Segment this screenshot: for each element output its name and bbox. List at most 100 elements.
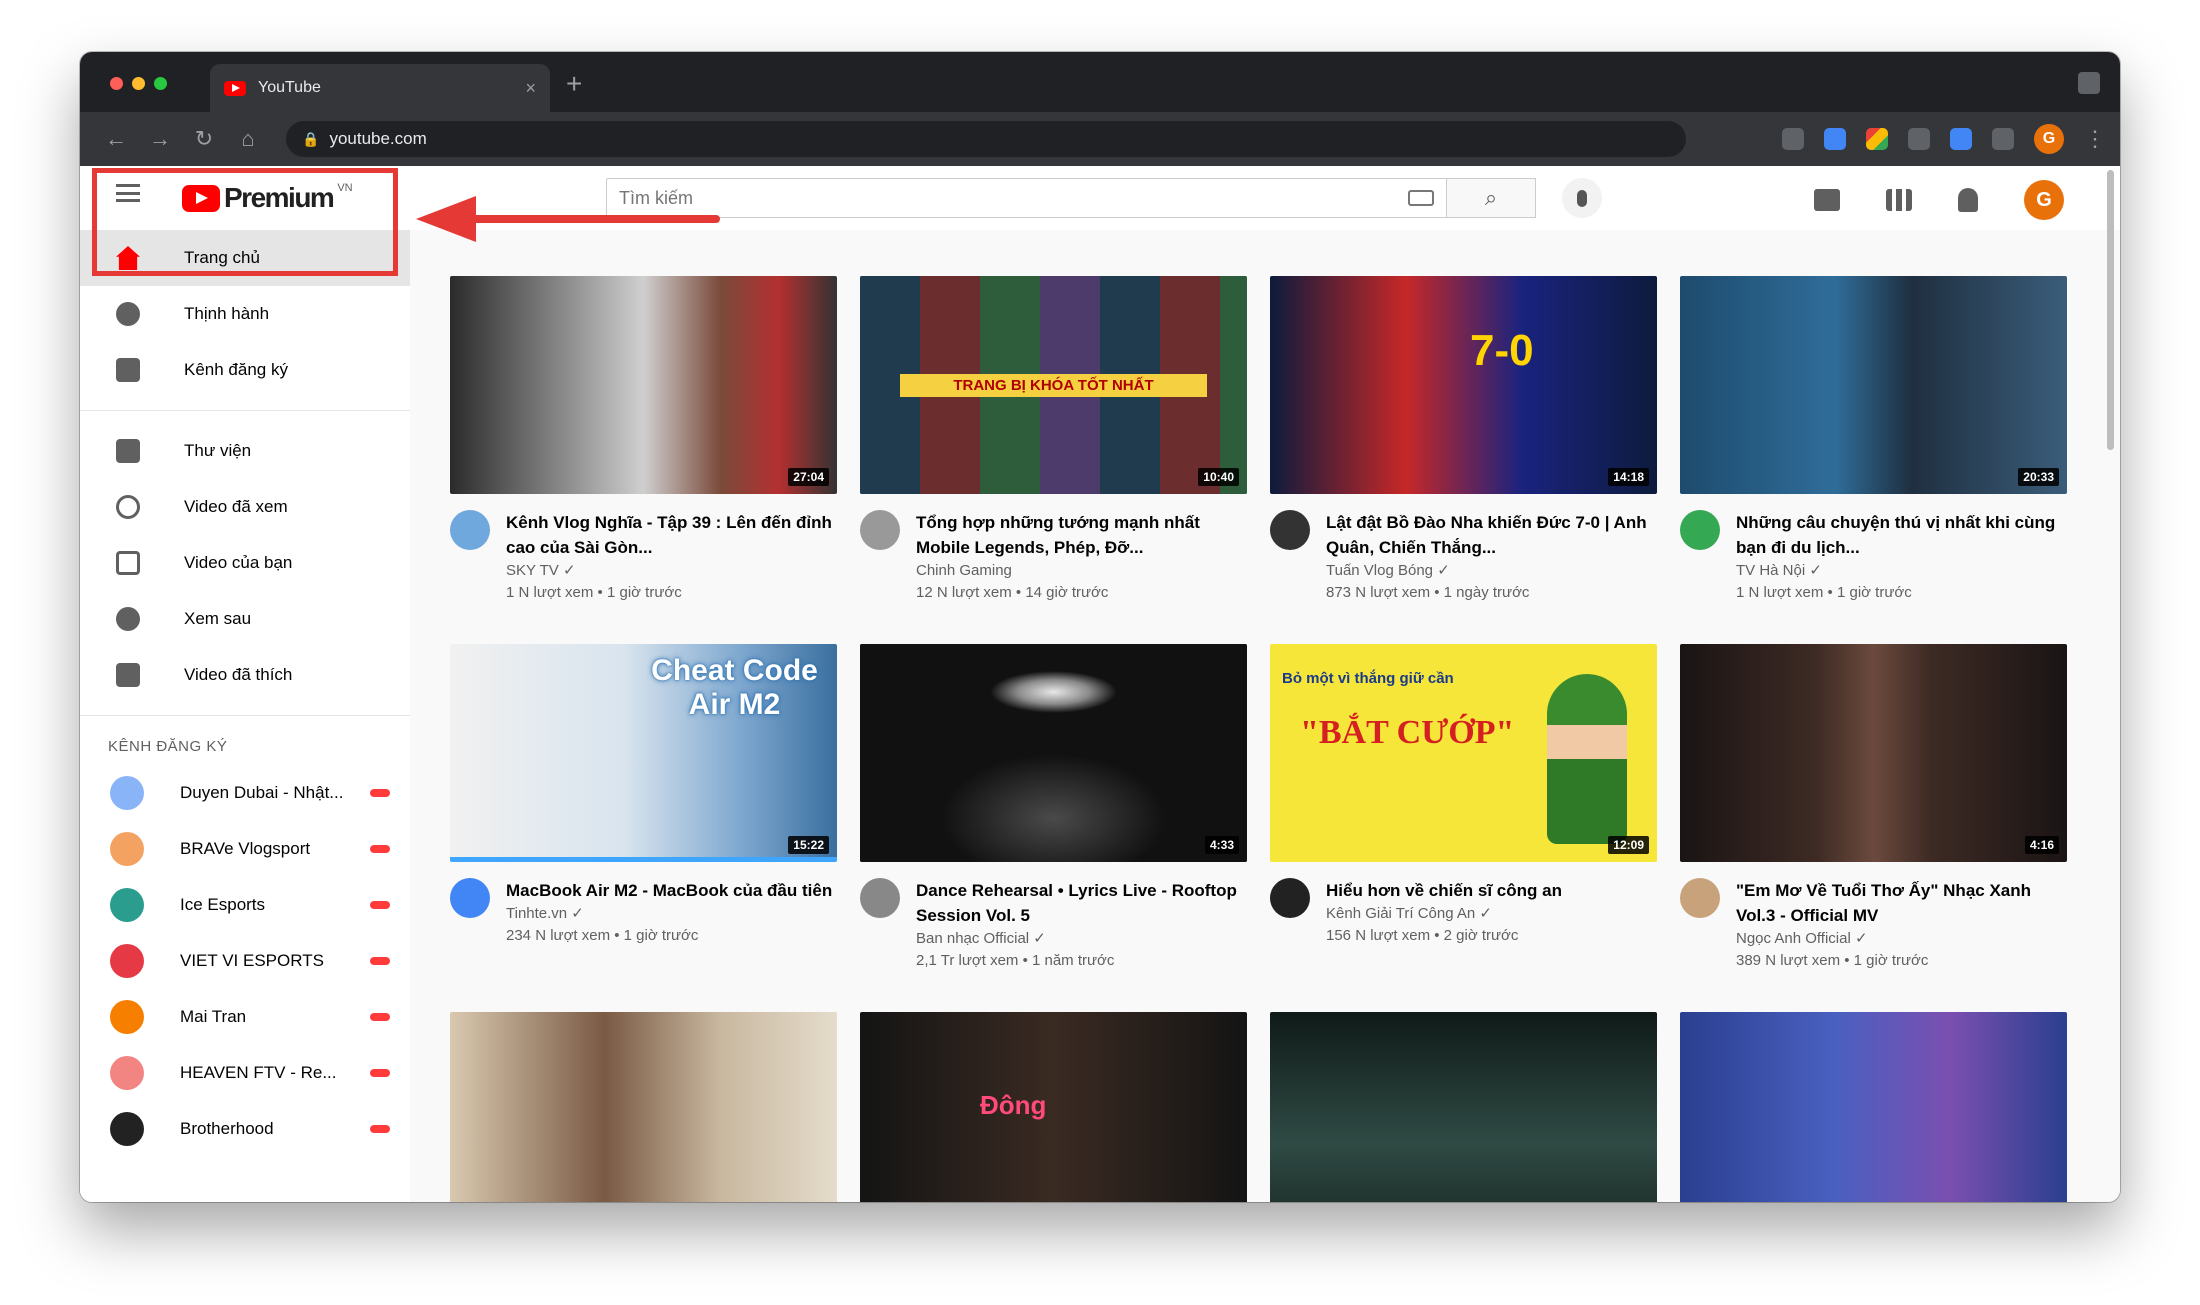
video-thumbnail[interactable] xyxy=(1680,1012,2067,1202)
video-channel[interactable]: Kênh Giải Trí Công An ✓ xyxy=(1326,903,1657,925)
video-meta-text: Hiểu hơn về chiến sĩ công an Kênh Giải T… xyxy=(1326,878,1657,947)
sidebar-item-subscriptions[interactable]: Kênh đăng ký xyxy=(80,342,410,398)
video-card[interactable]: Bỏ một vì thắng giữ cần "BẮT CƯỚP" 12:09… xyxy=(1270,644,1657,972)
browser-tab[interactable]: YouTube × xyxy=(210,64,550,112)
new-tab-button[interactable]: + xyxy=(566,68,582,100)
channel-avatar[interactable] xyxy=(450,510,490,550)
browser-profile-avatar[interactable]: G xyxy=(2034,124,2064,154)
video-card[interactable]: TRANG BỊ KHÓA TỐT NHẤT 10:40 Tổng hợp nh… xyxy=(860,276,1247,604)
video-card[interactable]: 7-0 14:18 Lật đật Bồ Đào Nha khiến Đức 7… xyxy=(1270,276,1657,604)
video-thumbnail[interactable]: Bỏ một vì thắng giữ cần "BẮT CƯỚP" 12:09 xyxy=(1270,644,1657,862)
close-window-button[interactable] xyxy=(110,77,123,90)
video-channel[interactable]: SKY TV ✓ xyxy=(506,560,837,582)
sidebar-item-liked-videos[interactable]: Video đã thích xyxy=(80,647,410,703)
address-bar[interactable]: 🔒 youtube.com xyxy=(286,121,1686,157)
video-thumbnail[interactable] xyxy=(450,1012,837,1202)
search-button[interactable]: ⌕ xyxy=(1446,178,1536,218)
tab-close-icon[interactable]: × xyxy=(525,78,536,99)
channel-avatar[interactable] xyxy=(860,878,900,918)
video-thumbnail[interactable]: Cheat Code Air M2 15:22 xyxy=(450,644,837,862)
channel-avatar[interactable] xyxy=(450,878,490,918)
video-card[interactable]: 4:16 "Em Mơ Về Tuổi Thơ Ấy" Nhạc Xanh Vo… xyxy=(1680,644,2067,972)
video-card[interactable]: Đông xyxy=(860,1012,1247,1202)
video-card[interactable]: 27:04 Kênh Vlog Nghĩa - Tập 39 : Lên đến… xyxy=(450,276,837,604)
subscription-item[interactable]: BRAVe Vlogsport xyxy=(80,821,410,877)
video-thumbnail[interactable] xyxy=(1270,1012,1657,1202)
video-thumbnail[interactable]: 7-0 14:18 xyxy=(1270,276,1657,494)
channel-avatar[interactable] xyxy=(1270,878,1310,918)
home-icon[interactable]: ⌂ xyxy=(226,126,270,152)
video-card[interactable] xyxy=(1270,1012,1657,1202)
video-thumbnail[interactable]: 4:16 xyxy=(1680,644,2067,862)
video-card[interactable] xyxy=(1680,1012,2067,1202)
video-title[interactable]: Những câu chuyện thú vị nhất khi cùng bạ… xyxy=(1736,510,2067,560)
browser-menu-icon[interactable]: ⋮ xyxy=(2084,126,2106,152)
voice-search-button[interactable] xyxy=(1562,178,1602,218)
video-thumbnail[interactable]: Đông xyxy=(860,1012,1247,1202)
video-thumbnail[interactable]: TRANG BỊ KHÓA TỐT NHẤT 10:40 xyxy=(860,276,1247,494)
subscription-item[interactable]: Ice Esports xyxy=(80,877,410,933)
search-input[interactable] xyxy=(619,187,1408,209)
video-stats: 156 N lượt xem • 2 giờ trước xyxy=(1326,927,1519,944)
video-title[interactable]: MacBook Air M2 - MacBook của đầu tiên xyxy=(506,878,837,903)
sidebar-item-watch-later[interactable]: Xem sau xyxy=(80,591,410,647)
channel-avatar[interactable] xyxy=(1680,510,1720,550)
video-title[interactable]: Lật đật Bồ Đào Nha khiến Đức 7-0 | Anh Q… xyxy=(1326,510,1657,560)
create-video-icon[interactable] xyxy=(1814,189,1840,211)
channel-avatar[interactable] xyxy=(1270,510,1310,550)
video-title[interactable]: Hiểu hơn về chiến sĩ công an xyxy=(1326,878,1657,903)
video-card[interactable] xyxy=(450,1012,837,1202)
notifications-bell-icon[interactable] xyxy=(1958,188,1978,212)
forward-arrow-icon[interactable]: → xyxy=(138,126,182,152)
annotation-arrow-head xyxy=(416,196,476,242)
video-title[interactable]: Dance Rehearsal • Lyrics Live - Rooftop … xyxy=(916,878,1247,928)
video-card[interactable]: 20:33 Những câu chuyện thú vị nhất khi c… xyxy=(1680,276,2067,604)
extensions-puzzle-icon[interactable] xyxy=(1992,128,2014,150)
keyboard-icon[interactable] xyxy=(1408,190,1434,206)
video-thumbnail[interactable]: 20:33 xyxy=(1680,276,2067,494)
account-avatar[interactable]: G xyxy=(2024,180,2064,220)
channel-avatar[interactable] xyxy=(860,510,900,550)
reload-icon[interactable]: ↻ xyxy=(182,126,226,152)
channel-avatar[interactable] xyxy=(1680,878,1720,918)
tab-strip: YouTube × + xyxy=(80,52,2120,112)
download-icon[interactable] xyxy=(1782,128,1804,150)
sidebar-item-your-videos[interactable]: Video của bạn xyxy=(80,535,410,591)
page-scrollbar[interactable] xyxy=(2107,170,2114,450)
video-channel[interactable]: Ban nhạc Official ✓ xyxy=(916,928,1247,950)
maximize-window-button[interactable] xyxy=(154,77,167,90)
video-title[interactable]: Tổng hợp những tướng mạnh nhất Mobile Le… xyxy=(916,510,1247,560)
video-card[interactable]: Cheat Code Air M2 15:22 MacBook Air M2 -… xyxy=(450,644,837,972)
video-thumbnail[interactable]: 4:33 xyxy=(860,644,1247,862)
video-channel[interactable]: Tuấn Vlog Bóng ✓ xyxy=(1326,560,1657,582)
extension-grid-icon[interactable] xyxy=(1908,128,1930,150)
extension-blue-icon[interactable] xyxy=(1824,128,1846,150)
apps-grid-icon[interactable] xyxy=(1886,189,1912,211)
subscription-item[interactable]: Mai Tran xyxy=(80,989,410,1045)
video-channel[interactable]: Chinh Gaming xyxy=(916,560,1247,582)
extension-shield-icon[interactable] xyxy=(1950,128,1972,150)
minimize-window-button[interactable] xyxy=(132,77,145,90)
video-title[interactable]: "Em Mơ Về Tuổi Thơ Ấy" Nhạc Xanh Vol.3 -… xyxy=(1736,878,2067,928)
video-stats: 2,1 Tr lượt xem • 1 năm trước xyxy=(916,952,1115,969)
video-channel[interactable]: Ngọc Anh Official ✓ xyxy=(1736,928,2067,950)
video-card[interactable]: 4:33 Dance Rehearsal • Lyrics Live - Roo… xyxy=(860,644,1247,972)
subscription-item[interactable]: HEAVEN FTV - Re... xyxy=(80,1045,410,1101)
window-control-icon[interactable] xyxy=(2078,72,2100,94)
subscription-item[interactable]: Duyen Dubai - Nhật... xyxy=(80,765,410,821)
sidebar-item-trending[interactable]: Thịnh hành xyxy=(80,286,410,342)
traffic-lights xyxy=(110,77,167,90)
subscription-item[interactable]: VIET VI ESPORTS xyxy=(80,933,410,989)
subscription-item[interactable]: Brotherhood xyxy=(80,1101,410,1157)
browser-toolbar: ← → ↻ ⌂ 🔒 youtube.com G ⋮ xyxy=(80,112,2120,166)
extension-color-icon[interactable] xyxy=(1866,128,1888,150)
video-meta-text: Dance Rehearsal • Lyrics Live - Rooftop … xyxy=(916,878,1247,972)
video-channel[interactable]: TV Hà Nội ✓ xyxy=(1736,560,2067,582)
sidebar-item-history[interactable]: Video đã xem xyxy=(80,479,410,535)
video-title[interactable]: Kênh Vlog Nghĩa - Tập 39 : Lên đến đỉnh … xyxy=(506,510,837,560)
sidebar-item-library[interactable]: Thư viện xyxy=(80,423,410,479)
tab-title: YouTube xyxy=(258,79,321,96)
video-thumbnail[interactable]: 27:04 xyxy=(450,276,837,494)
back-arrow-icon[interactable]: ← xyxy=(94,126,138,152)
video-channel[interactable]: Tinhte.vn ✓ xyxy=(506,903,837,925)
